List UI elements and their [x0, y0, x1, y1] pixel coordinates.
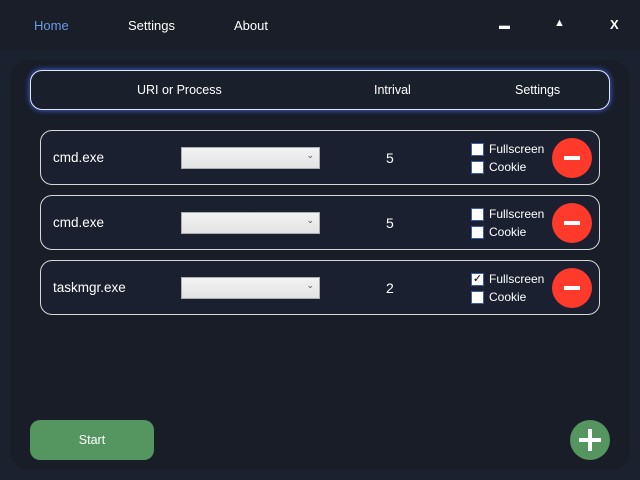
- interval-value: 5: [386, 215, 394, 231]
- remove-row-button[interactable]: [552, 138, 592, 178]
- fullscreen-label: Fullscreen: [489, 142, 545, 156]
- fullscreen-checkbox[interactable]: Fullscreen: [471, 207, 544, 221]
- process-name: taskmgr.exe: [53, 280, 126, 295]
- cookie-checkbox[interactable]: Cookie: [471, 290, 526, 304]
- header-interval: Intrival: [374, 83, 411, 97]
- add-row-button[interactable]: [570, 420, 610, 460]
- checkbox-box[interactable]: [471, 290, 484, 304]
- cookie-label: Cookie: [489, 225, 527, 239]
- checkbox-box[interactable]: [471, 160, 484, 174]
- process-dropdown[interactable]: ⌄: [181, 147, 320, 169]
- top-bar: Home Settings About ▬ ▲ X: [0, 0, 640, 50]
- chevron-down-icon: ⌄: [306, 150, 314, 160]
- process-row: taskmgr.exe ⌄ 2 ✓ Fullscreen Cookie: [40, 260, 600, 315]
- minimize-button[interactable]: ▬: [499, 20, 510, 32]
- check-icon: ✓: [472, 272, 483, 285]
- nav-about[interactable]: About: [234, 18, 268, 33]
- fullscreen-label: Fullscreen: [489, 272, 545, 286]
- checkbox-box[interactable]: ✓: [471, 272, 484, 286]
- chevron-down-icon: ⌄: [306, 215, 314, 225]
- nav-settings[interactable]: Settings: [128, 18, 175, 33]
- process-name: cmd.exe: [53, 215, 105, 230]
- cookie-label: Cookie: [489, 160, 527, 174]
- nav-home[interactable]: Home: [34, 18, 69, 33]
- chevron-down-icon: ⌄: [306, 280, 314, 290]
- fullscreen-checkbox[interactable]: ✓ Fullscreen: [471, 272, 544, 286]
- maximize-button[interactable]: ▲: [554, 17, 565, 29]
- start-button[interactable]: Start: [30, 420, 154, 460]
- process-row: cmd.exe ⌄ 5 Fullscreen Cookie: [40, 195, 600, 250]
- remove-row-button[interactable]: [552, 268, 592, 308]
- column-header: URI or Process Intrival Settings: [30, 70, 610, 110]
- plus-icon-vertical: [588, 429, 592, 451]
- remove-row-button[interactable]: [552, 203, 592, 243]
- fullscreen-label: Fullscreen: [489, 207, 545, 221]
- checkbox-box[interactable]: [471, 225, 484, 239]
- interval-value: 5: [386, 150, 394, 166]
- checkbox-box[interactable]: [471, 207, 484, 221]
- header-uri: URI or Process: [137, 83, 222, 97]
- fullscreen-checkbox[interactable]: Fullscreen: [471, 142, 544, 156]
- cookie-checkbox[interactable]: Cookie: [471, 225, 526, 239]
- process-row: cmd.exe ⌄ 5 Fullscreen Cookie: [40, 130, 600, 185]
- cookie-label: Cookie: [489, 290, 527, 304]
- checkbox-box[interactable]: [471, 142, 484, 156]
- process-dropdown[interactable]: ⌄: [181, 277, 320, 299]
- close-button[interactable]: X: [610, 17, 619, 32]
- header-settings: Settings: [515, 83, 561, 97]
- process-dropdown[interactable]: ⌄: [181, 212, 320, 234]
- cookie-checkbox[interactable]: Cookie: [471, 160, 526, 174]
- process-name: cmd.exe: [53, 150, 105, 165]
- interval-value: 2: [386, 280, 394, 296]
